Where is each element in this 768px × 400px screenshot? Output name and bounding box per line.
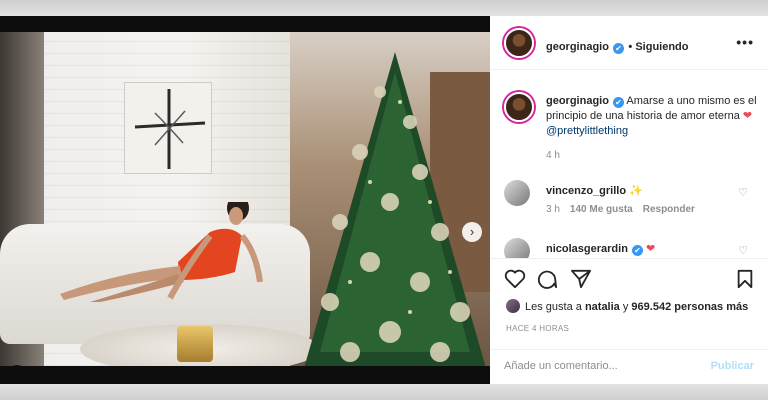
verified-icon: ✔ — [612, 43, 624, 54]
header-author-line: georginagio ✔ • Siguiendo — [546, 37, 689, 55]
photo-band-bottom — [0, 366, 490, 384]
caption-time: 4 h — [546, 150, 560, 161]
commenter-avatar[interactable] — [504, 180, 530, 206]
comment-meta: 3 h 140 Me gusta Responder — [546, 204, 705, 215]
author-avatar[interactable] — [504, 28, 534, 58]
comment-text: vincenzo_grillo ✨ — [546, 184, 643, 197]
christmas-tree — [300, 52, 490, 366]
photo-band-top — [0, 16, 490, 32]
commenter-avatar[interactable] — [504, 238, 530, 258]
comment-item: nicolasgerardin ✔ ❤ ♡ — [504, 238, 764, 258]
likes-middle: y — [622, 301, 629, 313]
comment-text: nicolasgerardin ✔ ❤ — [546, 242, 655, 256]
comment-reply-button[interactable]: Responder — [643, 204, 695, 215]
post-timestamp: HACE 4 HORAS — [506, 324, 570, 333]
post-caption: georginagio ✔ Amarse a uno mismo es el pr… — [546, 94, 758, 139]
comment-like-heart-icon[interactable]: ♡ — [738, 244, 748, 257]
likes-count-link[interactable]: 969.542 personas más — [631, 301, 748, 313]
follow-status-label: Siguiendo — [635, 41, 689, 53]
frame-bottom — [0, 384, 768, 400]
post-side-panel: georginagio ✔ • Siguiendo ••• georginagio… — [490, 16, 768, 384]
liker-username[interactable]: natalia — [585, 301, 620, 313]
publish-button[interactable]: Publicar — [711, 360, 754, 372]
verified-icon: ✔ — [631, 245, 643, 256]
likes-prefix: Les gusta a — [525, 301, 582, 313]
add-comment-input[interactable] — [504, 360, 694, 372]
share-paper-plane-icon[interactable] — [570, 269, 592, 293]
more-options-icon[interactable]: ••• — [736, 34, 754, 50]
comment-emoji: ✨ — [629, 185, 643, 197]
gold-candle — [177, 326, 213, 362]
verified-icon: ✔ — [612, 97, 624, 108]
photo-scene: › — [0, 32, 490, 366]
add-comment-bar: Publicar — [490, 349, 768, 385]
caption-mention-link[interactable]: @prettylittlething — [546, 125, 628, 137]
caption-avatar[interactable] — [504, 92, 534, 122]
comment-likes[interactable]: 140 Me gusta — [570, 204, 633, 215]
person-figure — [60, 195, 270, 302]
post-actions: Les gusta a natalia y 969.542 personas m… — [490, 258, 768, 384]
commenter-username[interactable]: nicolasgerardin — [546, 243, 628, 255]
comment-bubble-icon[interactable] — [536, 269, 558, 293]
author-username[interactable]: georginagio — [546, 41, 609, 53]
comment-heart-emoji: ❤ — [645, 243, 656, 255]
liker-avatar — [506, 299, 520, 313]
post-photo: › — [0, 16, 490, 384]
wall-artwork — [124, 82, 212, 174]
comment-like-heart-icon[interactable]: ♡ — [738, 186, 748, 199]
like-heart-icon[interactable] — [504, 269, 526, 293]
likes-summary: Les gusta a natalia y 969.542 personas m… — [506, 299, 748, 313]
next-photo-button[interactable]: › — [462, 222, 482, 242]
post-header: georginagio ✔ • Siguiendo ••• — [490, 16, 768, 70]
caption-username[interactable]: georginagio — [546, 95, 609, 107]
follow-status-button[interactable]: • Siguiendo — [628, 41, 688, 53]
comment-time: 3 h — [546, 204, 560, 215]
likes-count: 969.542 — [631, 301, 672, 313]
red-heart-icon: ❤ — [742, 110, 753, 122]
likes-suffix: personas más — [674, 301, 749, 313]
commenter-username[interactable]: vincenzo_grillo — [546, 185, 626, 197]
save-bookmark-icon[interactable] — [736, 269, 754, 293]
frame-top — [0, 0, 768, 16]
